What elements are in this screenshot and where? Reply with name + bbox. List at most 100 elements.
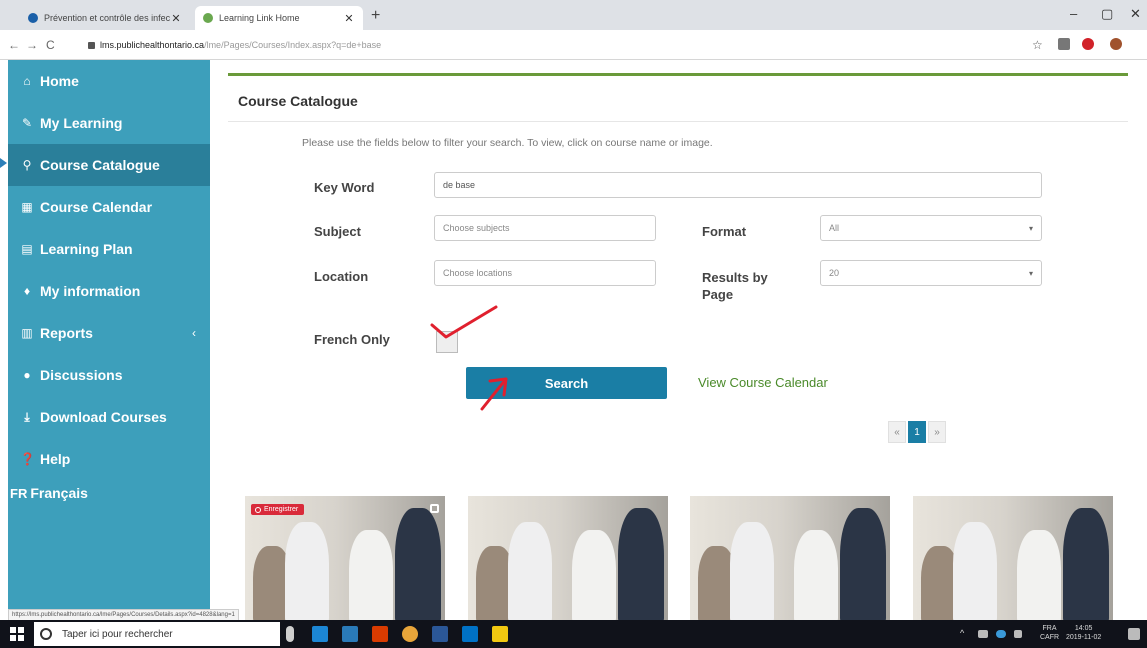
outlook-icon[interactable] xyxy=(462,626,478,642)
language-icon: FR xyxy=(10,485,28,501)
windows-start-icon[interactable] xyxy=(10,627,24,641)
divider xyxy=(228,121,1128,122)
sidebar-item-label: Discussions xyxy=(40,367,123,383)
format-select[interactable]: All ▾ xyxy=(820,215,1042,241)
url-field[interactable]: lms.publichealthontario.ca /lme/Pages/Co… xyxy=(88,35,968,55)
cast-icon[interactable] xyxy=(1058,38,1070,50)
results-by-page-label: Results by Page xyxy=(702,270,768,302)
person-figure xyxy=(1063,508,1109,626)
tray-chevron-icon[interactable]: ^ xyxy=(960,629,964,638)
course-card-image[interactable]: Enregistrer xyxy=(245,496,445,626)
caret-down-icon: ▾ xyxy=(1028,223,1033,233)
volume-icon[interactable] xyxy=(1014,630,1022,638)
tab-learning-link-home[interactable]: Learning Link Home ✕ xyxy=(195,6,363,30)
sidebar-item-my-information[interactable]: ♦ My information xyxy=(8,270,210,312)
sidebar-item-label: Course Catalogue xyxy=(40,157,160,173)
sidebar-item-reports[interactable]: ▥ Reports ‹ xyxy=(8,312,210,354)
arrow-annotation-icon xyxy=(480,377,508,411)
new-tab-button[interactable]: + xyxy=(371,7,380,25)
close-tab-icon[interactable]: ✕ xyxy=(170,12,182,25)
course-card-image[interactable] xyxy=(468,496,668,626)
url-host: lms.publichealthontario.ca xyxy=(100,40,205,50)
page-1-button[interactable]: 1 xyxy=(908,421,926,443)
person-figure xyxy=(953,522,997,626)
pinterest-icon[interactable] xyxy=(1082,38,1094,50)
next-page-button[interactable]: » xyxy=(928,421,946,443)
word-icon[interactable] xyxy=(432,626,448,642)
sidebar-item-label: Course Calendar xyxy=(40,199,153,215)
close-tab-icon[interactable]: ✕ xyxy=(343,12,355,25)
keyword-input[interactable]: de base xyxy=(434,172,1042,198)
person-figure xyxy=(794,530,838,626)
clock-date: 2019-11-02 xyxy=(1066,634,1102,641)
taskbar-search-placeholder: Taper ici pour rechercher xyxy=(62,628,173,640)
sidebar-item-label: Français xyxy=(30,485,88,501)
office-icon[interactable] xyxy=(372,626,388,642)
format-label: Format xyxy=(702,224,747,239)
sidebar-item-home[interactable]: ⌂ Home xyxy=(8,60,210,102)
home-icon: ⌂ xyxy=(23,74,31,88)
back-icon[interactable]: ← xyxy=(8,38,20,52)
minimize-button[interactable]: – xyxy=(1070,6,1077,21)
cortana-icon xyxy=(40,628,52,640)
bookmark-star-icon[interactable]: ☆ xyxy=(1032,38,1043,52)
course-card-image[interactable] xyxy=(690,496,890,626)
course-card-image[interactable] xyxy=(913,496,1113,626)
sidebar-item-label: Download Courses xyxy=(40,409,167,425)
notification-icon[interactable] xyxy=(1128,628,1140,640)
chrome-icon[interactable] xyxy=(402,626,418,642)
person-figure xyxy=(1017,530,1061,626)
sidebar-item-course-calendar[interactable]: ▦ Course Calendar xyxy=(8,186,210,228)
close-window-button[interactable]: ✕ xyxy=(1130,6,1141,22)
sidebar-item-course-catalogue[interactable]: ⚲ Course Catalogue xyxy=(8,144,210,186)
battery-icon[interactable] xyxy=(978,630,988,638)
sidebar-item-francais[interactable]: FR Français xyxy=(8,472,210,514)
store-icon[interactable] xyxy=(342,626,358,642)
sidebar-item-learning-plan[interactable]: ▤ Learning Plan xyxy=(8,228,210,270)
forward-icon[interactable]: → xyxy=(26,38,38,52)
sidebar-item-download-courses[interactable]: ⤓ Download Courses xyxy=(8,396,210,438)
caret-down-icon: ▾ xyxy=(1028,268,1033,278)
chevron-left-icon: ‹ xyxy=(192,326,196,340)
view-course-calendar-link[interactable]: View Course Calendar xyxy=(698,375,828,390)
results-per-page-select[interactable]: 20 ▾ xyxy=(820,260,1042,286)
microphone-icon[interactable] xyxy=(286,626,294,642)
location-input[interactable]: Choose locations xyxy=(434,260,656,286)
reload-icon[interactable]: C xyxy=(46,38,55,52)
instructions-text: Please use the fields below to filter yo… xyxy=(302,137,713,149)
location-label: Location xyxy=(314,269,369,284)
prev-page-button[interactable]: « xyxy=(888,421,906,443)
subject-input[interactable]: Choose subjects xyxy=(434,215,656,241)
favicon-icon xyxy=(203,13,213,23)
profile-icon[interactable] xyxy=(1110,38,1122,50)
onedrive-icon[interactable] xyxy=(996,630,1006,638)
url-path: /lme/Pages/Courses/Index.aspx?q=de+base xyxy=(204,40,382,50)
tab-title: Learning Link Home xyxy=(219,13,300,23)
person-figure xyxy=(285,522,329,626)
person-figure xyxy=(730,522,774,626)
expand-icon[interactable] xyxy=(430,504,439,513)
favicon-icon xyxy=(28,13,38,23)
format-value: All xyxy=(829,223,840,233)
language-indicator[interactable]: FRA CAFR xyxy=(1040,624,1059,642)
results-value: 20 xyxy=(829,268,840,278)
taskbar-search-box[interactable]: Taper ici pour rechercher xyxy=(34,622,280,646)
sticky-notes-icon[interactable] xyxy=(492,626,508,642)
edge-icon[interactable] xyxy=(312,626,328,642)
subject-placeholder: Choose subjects xyxy=(443,223,510,233)
sidebar-item-my-learning[interactable]: ✎ My Learning xyxy=(8,102,210,144)
person-figure xyxy=(349,530,393,626)
address-bar-row: ← → C lms.publichealthontario.ca /lme/Pa… xyxy=(0,30,1147,60)
sidebar-item-discussions[interactable]: ● Discussions xyxy=(8,354,210,396)
bar-chart-icon: ▥ xyxy=(21,326,33,340)
clock[interactable]: 14:05 2019-11-02 xyxy=(1066,624,1101,642)
lang-layout: CAFR xyxy=(1040,634,1060,641)
maximize-button[interactable]: ▢ xyxy=(1101,6,1113,22)
header-accent-line xyxy=(228,73,1128,76)
sidebar-item-label: Home xyxy=(40,73,79,89)
location-placeholder: Choose locations xyxy=(443,268,513,278)
tab-title: Prévention et contrôle des infect xyxy=(44,13,170,23)
tab-prevention[interactable]: Prévention et contrôle des infect ✕ xyxy=(20,6,190,30)
enregistrer-badge[interactable]: Enregistrer xyxy=(251,504,305,515)
person-figure xyxy=(618,508,664,626)
